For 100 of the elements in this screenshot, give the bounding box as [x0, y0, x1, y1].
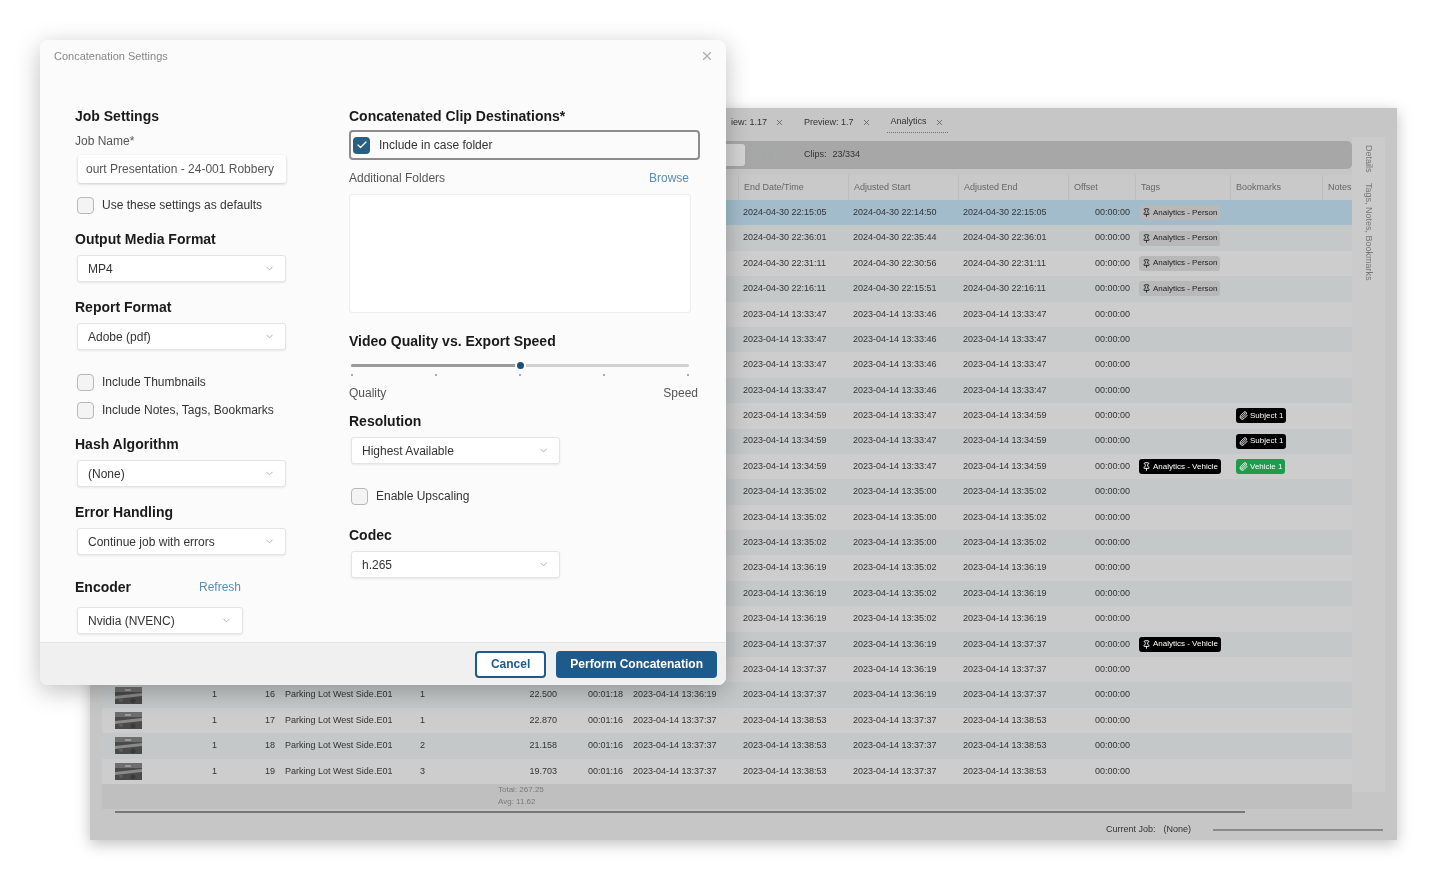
table-cell: 2023-04-14 13:33:47	[743, 358, 827, 372]
table-cell-text: 00:01:16	[587, 764, 623, 778]
tab[interactable]: iew: 1.17	[727, 112, 789, 133]
table-cell-text: 2023-04-14 13:37:37	[963, 637, 1047, 651]
primary-button[interactable]: Perform Concatenation	[556, 650, 717, 678]
table-cell-text: 2023-04-14 13:33:46	[853, 332, 937, 346]
checkbox-label: Use these settings as defaults	[102, 197, 263, 214]
tag-label: Analytics - Vehicle	[1153, 460, 1218, 473]
table-cell: 21.158	[529, 739, 557, 753]
tag-label: Analytics - Person	[1153, 232, 1218, 245]
table-cell: 2023-04-14 13:36:19	[963, 612, 1047, 626]
table-cell: 22.500	[529, 688, 557, 702]
table-cell: 2024-04-30 22:36:01	[963, 231, 1047, 245]
dropdown[interactable]: (None)	[77, 460, 286, 487]
pin-icon	[1142, 284, 1151, 294]
table-cell: 2023-04-14 13:35:02	[853, 561, 937, 575]
close-icon[interactable]	[861, 118, 871, 127]
table-cell-text: 19.703	[529, 764, 557, 778]
table-cell-text: 2023-04-14 13:38:53	[963, 713, 1047, 727]
tick-mark	[351, 374, 353, 376]
checkbox-label: Include Thumbnails	[102, 374, 206, 391]
column-header[interactable]: Offset	[1074, 180, 1098, 195]
column-header[interactable]: Bookmarks	[1236, 180, 1281, 195]
table-cell-text: 2023-04-14 13:33:47	[743, 332, 827, 346]
table-cell-text: 2023-04-14 13:35:02	[963, 536, 1047, 549]
tick-mark	[687, 374, 689, 376]
table-cell: 2023-04-14 13:36:19	[743, 561, 827, 575]
table-cell-text: 00:00:00	[1094, 510, 1130, 524]
table-cell-text: 00:01:16	[587, 713, 623, 727]
table-cell: 00:00:00	[1094, 561, 1130, 575]
table-cell-text: 2023-04-14 13:37:37	[633, 713, 717, 727]
close-icon[interactable]	[700, 49, 714, 63]
table-cell: 2023-04-14 13:38:53	[963, 739, 1047, 753]
dropdown[interactable]: Adobe (pdf)	[77, 323, 286, 350]
checkbox[interactable]	[77, 373, 94, 391]
status-value: (None)	[1163, 823, 1192, 837]
close-icon[interactable]	[934, 117, 944, 127]
table-cell-text: 00:00:00	[1094, 764, 1130, 778]
table-row[interactable]: 1 19 Parking Lot West Side.E01 3 19.703 00:01:16 2023-04-14 13:37:37 2023-04-14 13:38:53 2023-04-14 13:37:37 2023-04-14 13:38:53 00:00:00	[102, 758, 1352, 784]
checkbox[interactable]	[353, 136, 370, 154]
table-cell: 2023-04-14 13:36:19	[743, 612, 827, 626]
tick-mark	[435, 374, 437, 376]
tag-label: Analytics - Person	[1153, 282, 1218, 295]
table-cell: 2023-04-14 13:33:47	[963, 307, 1047, 321]
slider-thumb[interactable]	[515, 360, 526, 371]
secondary-button[interactable]: Cancel	[474, 650, 547, 678]
table-cell: 2023-04-14 13:35:02	[743, 485, 827, 499]
table-cell-text: 2023-04-14 13:35:00	[853, 510, 937, 524]
table-cell-text: 2024-04-30 22:14:50	[853, 205, 937, 219]
table-cell: 2023-04-14 13:36:19	[963, 561, 1047, 575]
job-name-field[interactable]: ourt Presentation - 24-001 Robbery	[78, 155, 286, 183]
dropdown[interactable]: h.265	[351, 551, 560, 578]
browse-link[interactable]: Browse	[649, 169, 689, 187]
tab[interactable]: Preview: 1.7	[800, 112, 875, 133]
checkbox[interactable]	[77, 401, 94, 419]
table-cell-text: 2023-04-14 13:38:53	[963, 764, 1047, 778]
dropdown[interactable]: Highest Available	[351, 437, 560, 464]
section-heading: Encoder	[75, 577, 132, 597]
table-cell-text: 2023-04-14 13:37:37	[743, 637, 827, 651]
table-cell: 2023-04-14 13:38:53	[743, 739, 827, 753]
slider-min-label: Quality	[349, 385, 387, 402]
checkbox-label: Include Notes, Tags, Bookmarks	[102, 402, 274, 419]
table-cell: 00:00:00	[1094, 434, 1130, 448]
table-cell-text: 2024-04-30 22:30:56	[853, 256, 937, 270]
table-cell: 00:00:00	[1094, 307, 1130, 321]
table-cell: 2023-04-14 13:34:59	[963, 434, 1047, 448]
dropdown[interactable]: Continue job with errors	[77, 528, 286, 555]
column-header[interactable]: Notes	[1328, 180, 1352, 195]
section-heading: Report Format	[75, 297, 173, 317]
table-cell-text: 22.870	[529, 713, 557, 727]
table-cell-text: 2023-04-14 13:35:02	[743, 536, 827, 549]
tick-mark	[519, 374, 521, 376]
checkbox[interactable]	[351, 487, 368, 505]
table-cell: 1	[420, 688, 425, 702]
table-cell: 2024-04-30 22:15:51	[853, 282, 937, 296]
column-header[interactable]: Adjusted End	[964, 180, 1018, 195]
column-header[interactable]: End Date/Time	[744, 180, 804, 195]
table-row[interactable]: 1 17 Parking Lot West Side.E01 1 22.870 00:01:16 2023-04-14 13:37:37 2023-04-14 13:38:53 2023-04-14 13:37:37 2023-04-14 13:38:53 00:00:00	[102, 707, 1352, 734]
section-heading: Video Quality vs. Export Speed	[349, 331, 556, 351]
table-cell-text: Parking Lot West Side.E01	[285, 764, 393, 778]
table-cell: 1	[212, 739, 217, 753]
checkbox[interactable]	[77, 196, 94, 214]
table-cell-text: 2023-04-14 13:34:59	[743, 459, 827, 473]
close-icon[interactable]	[775, 118, 785, 127]
checkbox-label: Enable Upscaling	[376, 488, 470, 505]
column-header[interactable]: Adjusted Start	[854, 180, 911, 195]
table-cell: 00:01:16	[587, 739, 623, 753]
refresh-link[interactable]: Refresh	[199, 578, 242, 596]
horizontal-scrollbar[interactable]	[115, 811, 1245, 813]
table-cell-text: 2023-04-14 13:38:53	[743, 764, 827, 778]
table-cell: 2024-04-30 22:16:11	[743, 282, 826, 296]
dropdown[interactable]: Nvidia (NVENC)	[77, 607, 243, 634]
table-cell: 2024-04-30 22:16:11	[963, 282, 1046, 296]
column-header[interactable]: Tags	[1141, 180, 1160, 195]
table-cell-text: 2024-04-30 22:15:05	[963, 205, 1047, 219]
tab[interactable]: Analytics	[886, 112, 948, 133]
section-heading: Resolution	[349, 411, 423, 431]
table-cell-text: 00:00:00	[1094, 713, 1130, 727]
bookmark-label: Subject 1	[1250, 435, 1284, 448]
dropdown[interactable]: MP4	[77, 255, 286, 282]
